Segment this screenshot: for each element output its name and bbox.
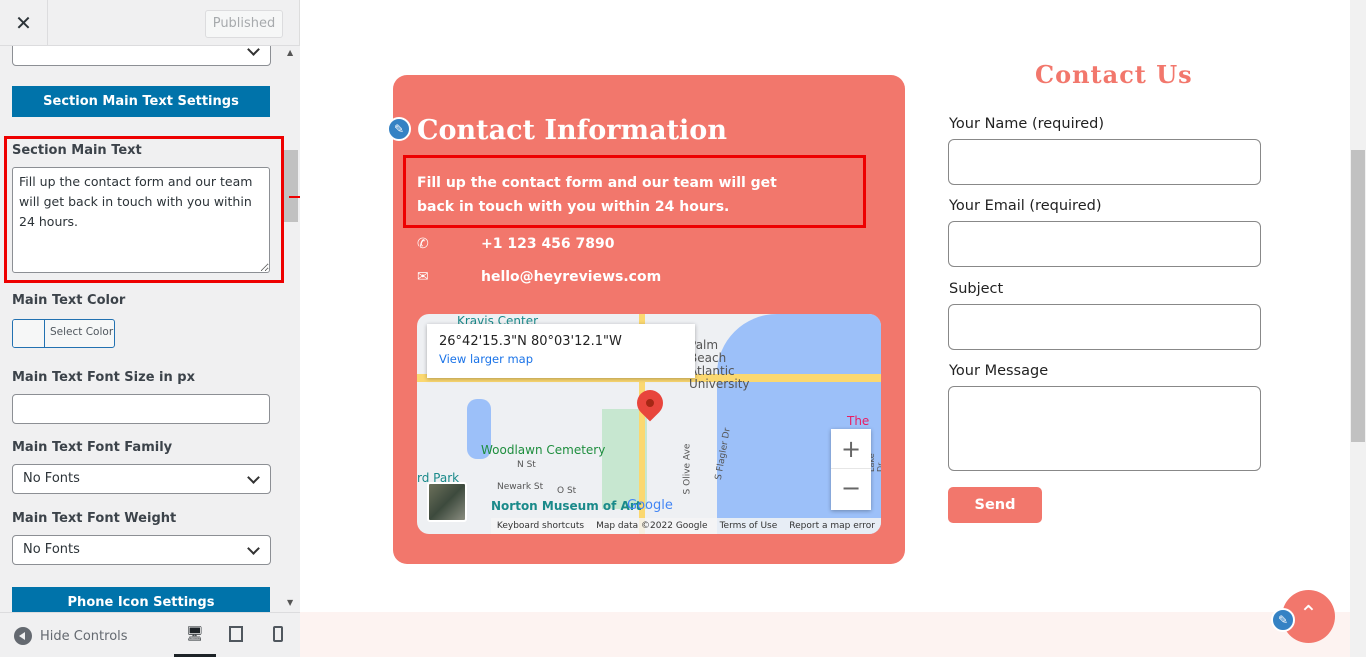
name-input[interactable] (948, 139, 1261, 185)
preview-scrollbar[interactable] (1350, 0, 1366, 657)
map-coordinates: 26°42'15.3"N 80°03'12.1"W (439, 334, 622, 349)
scrollbar-thumb[interactable] (1351, 150, 1365, 442)
customizer-header: ✕ Published (0, 0, 299, 46)
email-input[interactable] (948, 221, 1261, 267)
font-family-select[interactable]: No Fonts (12, 464, 271, 494)
email-row: ✉ hello@heyreviews.com (417, 269, 661, 285)
map-label: Newark St (497, 482, 544, 492)
collapse-icon (14, 627, 32, 645)
select-color-button[interactable]: Select Color (12, 319, 115, 348)
email-label: Your Email (required) (949, 198, 1102, 214)
report-map-error-link[interactable]: Report a map error (789, 521, 875, 531)
phone-number: +1 123 456 7890 (481, 236, 615, 252)
tablet-preview-icon[interactable] (229, 626, 243, 642)
map-label: N St (517, 460, 536, 470)
font-family-label: Main Text Font Family (12, 440, 173, 455)
phone-row: ✆ +1 123 456 7890 (417, 236, 615, 252)
contact-information-card: ✎ Contact Information Fill up the contac… (387, 75, 905, 564)
font-weight-select[interactable]: No Fonts (12, 535, 271, 565)
map-info-popup: 26°42'15.3"N 80°03'12.1"W View larger ma… (427, 324, 695, 378)
message-textarea[interactable] (948, 386, 1261, 471)
map-label: Norton Museum of Art (491, 499, 642, 513)
subject-label: Subject (949, 281, 1004, 297)
name-label: Your Name (required) (949, 116, 1105, 132)
highlight-box (403, 155, 866, 228)
hide-controls-label: Hide Controls (40, 628, 128, 644)
color-swatch (13, 320, 45, 347)
message-label: Your Message (949, 363, 1049, 379)
scroll-up-icon[interactable]: ▲ (287, 48, 293, 57)
published-button[interactable]: Published (205, 10, 283, 38)
phone-icon-settings-button[interactable]: Phone Icon Settings (12, 587, 270, 612)
satellite-toggle[interactable] (427, 482, 467, 522)
main-text-color-label: Main Text Color (12, 293, 126, 308)
google-logo: Google (627, 498, 673, 513)
close-icon[interactable]: ✕ (0, 0, 48, 46)
edit-pencil-icon[interactable]: ✎ (1271, 608, 1295, 632)
highlight-box (4, 136, 284, 283)
map-data-text: Map data ©2022 Google (596, 521, 708, 531)
edit-pencil-icon[interactable]: ✎ (387, 117, 411, 141)
map-label: S Olive Ave (682, 443, 693, 495)
email-address: hello@heyreviews.com (481, 269, 662, 285)
zoom-out-icon[interactable]: − (831, 469, 871, 509)
map-label: Palm Beach Atlantic University (689, 338, 750, 391)
panel-scrollbar[interactable]: ▲ ▼ (284, 46, 300, 612)
contact-us-title: Contact Us (1035, 60, 1193, 89)
controls-panel: Section Main Text Settings Section Main … (0, 46, 284, 612)
font-weight-label: Main Text Font Weight (12, 511, 177, 526)
map-label: O St (557, 486, 577, 496)
font-size-input[interactable] (12, 394, 270, 424)
previous-select[interactable] (12, 46, 271, 66)
font-size-label: Main Text Font Size in px (12, 370, 195, 385)
desktop-preview-icon[interactable]: 🖥 (186, 626, 204, 642)
mobile-preview-icon[interactable] (273, 626, 283, 642)
map-zoom-controls: + − (831, 429, 871, 510)
keyboard-shortcuts-link[interactable]: Keyboard shortcuts (497, 521, 584, 531)
envelope-icon: ✉ (417, 269, 429, 285)
customizer-sidebar: ✕ Published Section Main Text Settings S… (0, 0, 300, 657)
zoom-in-icon[interactable]: + (831, 429, 871, 469)
terms-of-use-link[interactable]: Terms of Use (720, 521, 778, 531)
hide-controls-button[interactable]: Hide Controls (14, 627, 128, 645)
scrollbar-thumb[interactable] (284, 150, 298, 222)
section-main-text-settings-button[interactable]: Section Main Text Settings (12, 86, 270, 117)
map-attribution: Keyboard shortcuts Map data ©2022 Google… (490, 518, 881, 534)
scroll-down-icon[interactable]: ▼ (287, 598, 293, 607)
select-color-label: Select Color (50, 326, 114, 338)
send-button[interactable]: Send (948, 487, 1042, 523)
next-section (300, 612, 1350, 657)
phone-icon: ✆ (417, 236, 429, 252)
site-preview: ✎ Contact Information Fill up the contac… (300, 0, 1350, 657)
view-larger-map-link[interactable]: View larger map (439, 352, 683, 366)
google-map[interactable]: Kravis Center Palm Beach Atlantic Univer… (417, 314, 881, 534)
map-label: Woodlawn Cemetery (481, 443, 606, 457)
customizer-footer: Hide Controls 🖥 (0, 612, 300, 657)
contact-information-title: Contact Information (417, 115, 727, 146)
subject-input[interactable] (948, 304, 1261, 350)
